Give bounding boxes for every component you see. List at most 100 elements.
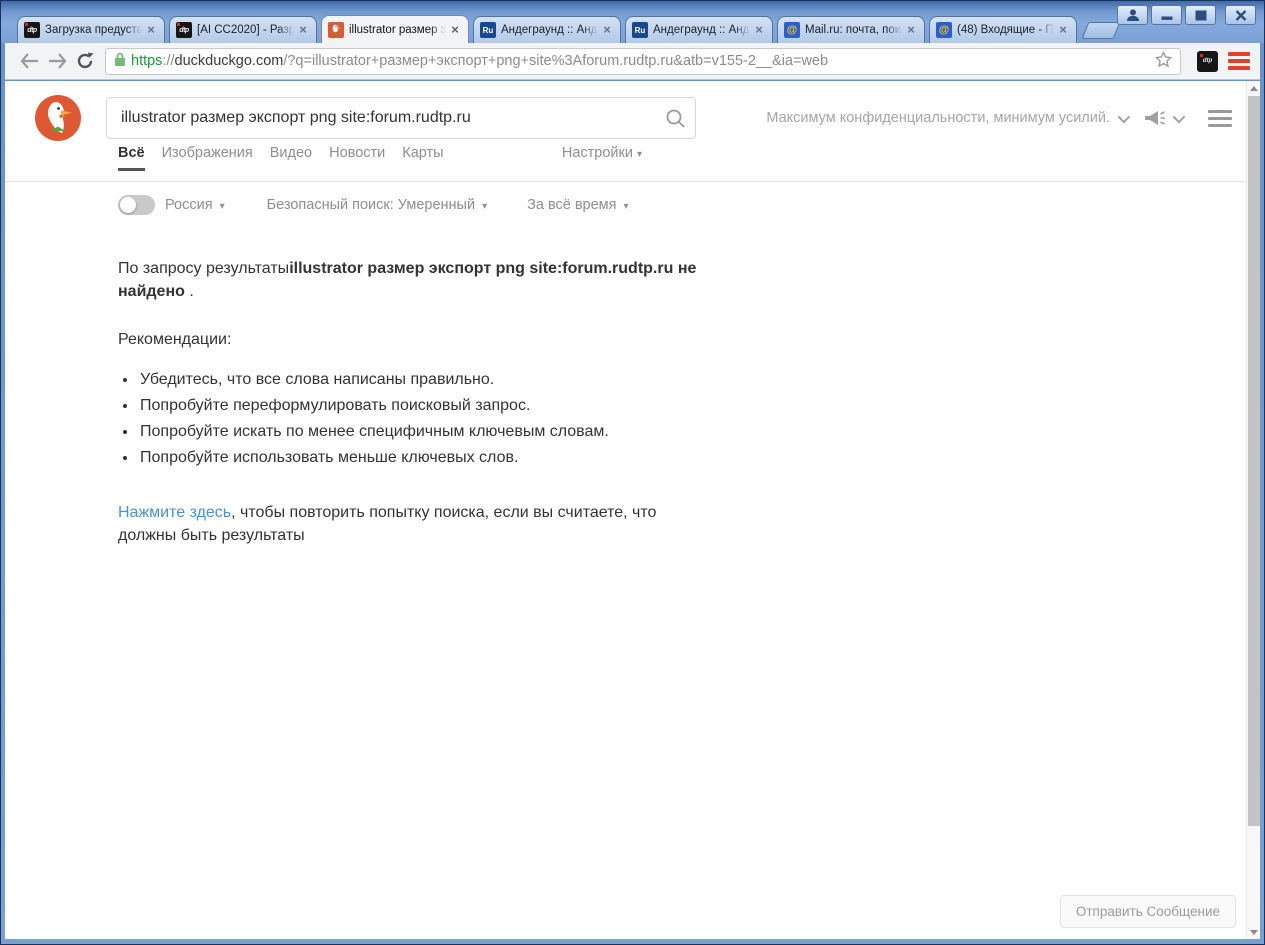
refresh-icon[interactable]: [71, 47, 99, 75]
tab-title: (48) Входящие - Поч: [957, 24, 1056, 36]
close-button[interactable]: [1225, 5, 1256, 25]
tab-mailru-search[interactable]: @ Mail.ru: почта, поиск ×: [777, 16, 925, 43]
filter-bar: Россия ▾ Безопасный поиск: Умеренный ▾ За …: [118, 195, 629, 215]
privacy-tagline-text: Максимум конфиденциальности, минимум уси…: [766, 110, 1110, 126]
url-path: /?q=illustrator+размер+экспорт+png+site%…: [283, 53, 829, 69]
tab-title: Mail.ru: почта, поиск: [805, 24, 904, 36]
tab-close-icon[interactable]: ×: [752, 23, 766, 37]
rudtp-dtp-favicon: dtp: [24, 22, 40, 38]
tab-duckduckgo-active[interactable]: illustrator размер эксп ×: [321, 15, 469, 43]
browser-toolbar: https://duckduckgo.com/?q=illustrator+ра…: [5, 43, 1260, 80]
mailru-favicon: @: [784, 22, 800, 38]
tab-images[interactable]: Изображения: [162, 145, 253, 171]
no-results-message: По запросу результатыillustrator размер …: [118, 257, 708, 303]
list-item: Попробуйте использовать меньше ключевых …: [138, 445, 708, 471]
new-tab-button[interactable]: [1081, 22, 1121, 39]
page-menu-icon[interactable]: [1208, 109, 1232, 127]
forward-icon[interactable]: [43, 47, 71, 75]
duckduckgo-logo[interactable]: [35, 95, 81, 141]
scroll-down-icon[interactable]: [1247, 925, 1260, 939]
tab-andegraund-2[interactable]: Ru Андеграунд :: Андег ×: [625, 16, 773, 43]
chevron-down-icon: [1172, 110, 1186, 123]
caret-down-icon: ▾: [219, 201, 225, 212]
search-icon[interactable]: [655, 108, 695, 129]
search-vertical-tabs: Всё Изображения Видео Новости Карты Наст…: [118, 145, 1220, 171]
tab-close-icon[interactable]: ×: [1056, 23, 1070, 37]
caret-down-icon: ▾: [623, 201, 629, 212]
back-icon[interactable]: [15, 47, 43, 75]
tab-maps[interactable]: Карты: [402, 145, 443, 171]
mailru-favicon: @: [936, 22, 952, 38]
lock-icon: [114, 52, 126, 71]
toggle-knob: [120, 197, 136, 213]
time-range-label: За всё время: [527, 197, 617, 213]
tab-title: Загрузка предустано: [45, 24, 144, 36]
tab-strip: dtp Загрузка предустано × dtp [AI CC2020…: [17, 15, 1121, 43]
tab-title: Андеграунд :: Андег: [653, 24, 752, 36]
settings-dropdown[interactable]: Настройки ▾: [562, 145, 642, 161]
window-controls: [1117, 5, 1256, 25]
scrollbar-thumb[interactable]: [1248, 96, 1260, 826]
rudtp-ru-favicon: Ru: [480, 22, 496, 38]
recommendations-list: Убедитесь, что все слова написаны правил…: [138, 367, 708, 471]
tab-all[interactable]: Всё: [118, 145, 145, 171]
url-host: duckduckgo.com: [174, 53, 284, 69]
dtp-extension-icon[interactable]: dtp: [1197, 50, 1218, 72]
tab-close-icon[interactable]: ×: [904, 23, 918, 37]
browser-menu-icon[interactable]: [1228, 52, 1250, 70]
safe-search-label: Безопасный поиск: Умеренный: [266, 197, 476, 213]
list-item: Попробуйте искать по менее специфичным к…: [138, 419, 708, 445]
tab-mailru-inbox[interactable]: @ (48) Входящие - Поч ×: [929, 16, 1077, 43]
address-bar[interactable]: https://duckduckgo.com/?q=illustrator+ра…: [105, 47, 1181, 75]
tab-close-icon[interactable]: ×: [600, 23, 614, 37]
duckduckgo-page: Максимум конфиденциальности, минимум уси…: [5, 81, 1260, 939]
chevron-down-icon: [1117, 110, 1131, 123]
region-label: Россия: [165, 197, 213, 213]
tab-close-icon[interactable]: ×: [144, 23, 158, 37]
tab-title: [AI CC2020] - Разреш: [197, 24, 296, 36]
window-titlebar: dtp Загрузка предустано × dtp [AI CC2020…: [1, 1, 1264, 43]
tab-title: Андеграунд :: Андег: [501, 24, 600, 36]
scroll-up-icon[interactable]: [1247, 81, 1260, 95]
results-area: По запросу результатыillustrator размер …: [118, 257, 708, 547]
tab-andegraund-1[interactable]: Ru Андеграунд :: Андег ×: [473, 16, 621, 43]
safe-search-dropdown[interactable]: Безопасный поиск: Умеренный ▾: [267, 197, 488, 213]
region-toggle[interactable]: [118, 195, 155, 215]
tab-ai-cc2020[interactable]: dtp [AI CC2020] - Разреш ×: [169, 16, 317, 43]
maximize-button[interactable]: [1185, 5, 1216, 25]
privacy-tagline[interactable]: Максимум конфиденциальности, минимум уси…: [766, 110, 1131, 126]
header-divider: [5, 181, 1260, 182]
message-suffix: .: [184, 283, 194, 301]
retry-paragraph: Нажмите здесь, чтобы повторить попытку п…: [118, 501, 693, 547]
tab-close-icon[interactable]: ×: [296, 23, 310, 37]
retry-link[interactable]: Нажмите здесь: [118, 504, 231, 521]
rudtp-dtp-favicon: dtp: [176, 22, 192, 38]
page-scrollbar[interactable]: [1246, 81, 1260, 939]
search-box: [106, 97, 696, 139]
header-right: Максимум конфиденциальности, минимум уси…: [766, 105, 1232, 131]
caret-down-icon: ▾: [482, 201, 488, 212]
list-item: Убедитесь, что все слова написаны правил…: [138, 367, 708, 393]
announcement-control[interactable]: [1143, 109, 1186, 127]
url-separator: ://: [162, 53, 175, 69]
minimize-button[interactable]: [1151, 5, 1182, 25]
recommendations-title: Рекомендации:: [118, 331, 232, 349]
tab-title: illustrator размер эксп: [349, 23, 448, 36]
tab-close-icon[interactable]: ×: [448, 22, 462, 37]
url-text: https://duckduckgo.com/?q=illustrator+ра…: [131, 53, 1149, 69]
send-feedback-button[interactable]: Отправить Сообщение: [1059, 895, 1236, 928]
message-prefix: По запросу результаты: [118, 260, 290, 277]
profile-user-button[interactable]: [1117, 5, 1148, 25]
megaphone-icon: [1145, 111, 1165, 125]
tab-videos[interactable]: Видео: [270, 145, 312, 171]
duckduckgo-favicon: [328, 21, 344, 38]
tab-news[interactable]: Новости: [329, 145, 385, 171]
tab-zagruzka[interactable]: dtp Загрузка предустано ×: [17, 16, 165, 43]
bookmark-star-icon[interactable]: [1154, 50, 1173, 72]
rudtp-ru-favicon: Ru: [632, 22, 648, 38]
search-input[interactable]: [107, 109, 655, 127]
list-item: Попробуйте переформулировать поисковый з…: [138, 393, 708, 419]
region-dropdown[interactable]: Россия ▾: [165, 197, 225, 213]
caret-down-icon: ▾: [636, 149, 642, 160]
time-range-dropdown[interactable]: За всё время ▾: [527, 197, 628, 213]
